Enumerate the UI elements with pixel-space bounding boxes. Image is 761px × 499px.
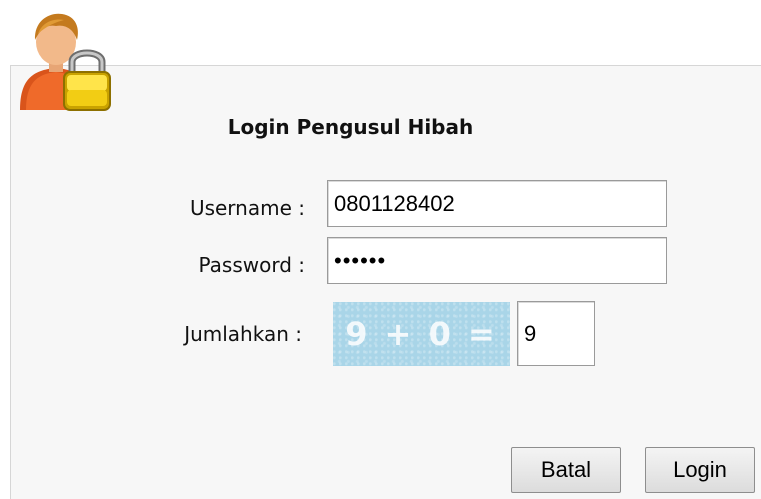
captcha-image: 9 + 0 = <box>333 302 510 366</box>
login-button[interactable]: Login <box>645 447 755 493</box>
username-input[interactable] <box>327 180 667 227</box>
password-input[interactable] <box>327 237 667 284</box>
username-label: Username : <box>189 196 305 220</box>
form-title: Login Pengusul Hibah <box>227 115 474 139</box>
password-label: Password : <box>198 253 305 277</box>
captcha-answer-input[interactable] <box>517 301 595 366</box>
captcha-expression: 9 + 0 = <box>345 315 498 353</box>
cancel-button[interactable]: Batal <box>511 447 621 493</box>
user-lock-icon <box>20 13 111 111</box>
login-dialog: Login Pengusul Hibah Username : Password… <box>0 0 761 499</box>
captcha-label: Jumlahkan : <box>184 322 302 346</box>
